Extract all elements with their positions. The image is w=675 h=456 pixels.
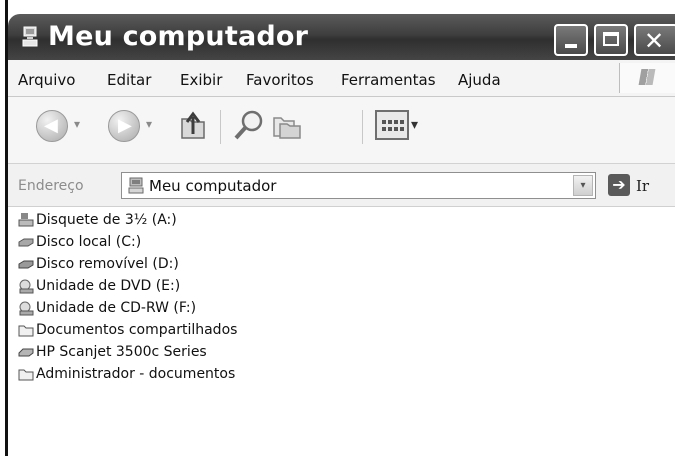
back-button[interactable]: ◀ <box>36 110 68 142</box>
maximize-icon <box>603 32 619 46</box>
my-computer-icon <box>128 177 144 194</box>
go-label[interactable]: Ir <box>636 177 649 195</box>
dvd-drive-icon <box>19 279 34 294</box>
menu-bar: Arquivo Editar Exibir Favoritos Ferramen… <box>8 60 675 97</box>
minimize-button[interactable] <box>554 24 588 56</box>
address-input[interactable]: Meu computador ▾ <box>121 172 596 199</box>
window-title: Meu computador <box>48 21 309 52</box>
address-value: Meu computador <box>149 177 277 195</box>
item-label: Documentos compartilhados <box>36 322 238 338</box>
maximize-button[interactable] <box>594 24 628 56</box>
list-item[interactable]: Unidade de DVD (E:) <box>18 275 180 297</box>
search-icon[interactable] <box>232 108 266 142</box>
floppy-drive-icon <box>18 213 34 227</box>
list-item[interactable]: Disco removível (D:) <box>18 253 179 275</box>
item-label: Disco removível (D:) <box>36 256 179 272</box>
title-bar[interactable]: Meu computador ✕ <box>8 14 675 60</box>
address-dropdown-button[interactable]: ▾ <box>573 175 593 196</box>
item-label: Administrador - documentos <box>36 366 236 382</box>
views-icon[interactable] <box>375 110 409 140</box>
menu-ajuda[interactable]: Ajuda <box>458 71 501 89</box>
item-label: Unidade de DVD (E:) <box>36 278 181 294</box>
item-label: Disco local (C:) <box>36 234 142 250</box>
up-folder-icon[interactable] <box>176 108 210 142</box>
go-button[interactable]: ➔ <box>608 174 630 196</box>
minimize-icon <box>565 44 577 48</box>
hard-disk-icon <box>18 238 34 247</box>
menu-editar[interactable]: Editar <box>107 71 151 89</box>
close-button[interactable]: ✕ <box>634 24 675 56</box>
standard-toolbar: ◀ ▾ ▶ ▾ ▾ <box>8 97 675 164</box>
list-item[interactable]: Disco local (C:) <box>18 231 141 253</box>
forward-arrow-icon: ▶ <box>118 115 132 136</box>
list-item[interactable]: Unidade de CD-RW (F:) <box>18 297 196 319</box>
list-item[interactable]: HP Scanjet 3500c Series <box>18 341 207 363</box>
forward-button[interactable]: ▶ <box>108 110 140 142</box>
views-dropdown[interactable]: ▾ <box>411 117 418 133</box>
folders-icon[interactable] <box>270 108 304 142</box>
windows-logo-icon <box>619 63 675 93</box>
file-list: Disquete de 3½ (A:) Disco local (C:) Dis… <box>8 207 675 456</box>
explorer-window: Meu computador ✕ Arquivo Editar Exibir F… <box>0 0 675 456</box>
item-label: HP Scanjet 3500c Series <box>36 344 207 360</box>
toolbar-separator <box>362 110 363 144</box>
list-item[interactable]: Documentos compartilhados <box>18 319 237 341</box>
menu-arquivo[interactable]: Arquivo <box>18 71 75 89</box>
menu-ferramentas[interactable]: Ferramentas <box>341 71 436 89</box>
forward-dropdown[interactable]: ▾ <box>146 117 152 131</box>
menu-favoritos[interactable]: Favoritos <box>246 71 314 89</box>
my-computer-icon <box>22 26 38 47</box>
user-folder-icon <box>18 369 34 381</box>
back-arrow-icon: ◀ <box>44 115 58 136</box>
window-left-edge <box>0 0 8 456</box>
back-dropdown[interactable]: ▾ <box>74 117 80 131</box>
removable-disk-icon <box>18 260 34 269</box>
list-item[interactable]: Administrador - documentos <box>18 363 235 385</box>
shared-folder-icon <box>18 325 34 337</box>
list-item[interactable]: Disquete de 3½ (A:) <box>18 209 177 231</box>
address-bar: Endereço Meu computador ▾ ➔ Ir <box>8 164 675 207</box>
item-label: Unidade de CD-RW (F:) <box>36 300 197 316</box>
address-label: Endereço <box>18 178 84 194</box>
close-icon: ✕ <box>644 27 665 55</box>
scanner-icon <box>18 348 34 357</box>
item-label: Disquete de 3½ (A:) <box>36 212 177 228</box>
cd-rw-drive-icon <box>19 301 34 316</box>
toolbar-separator <box>220 110 221 144</box>
menu-exibir[interactable]: Exibir <box>180 71 222 89</box>
